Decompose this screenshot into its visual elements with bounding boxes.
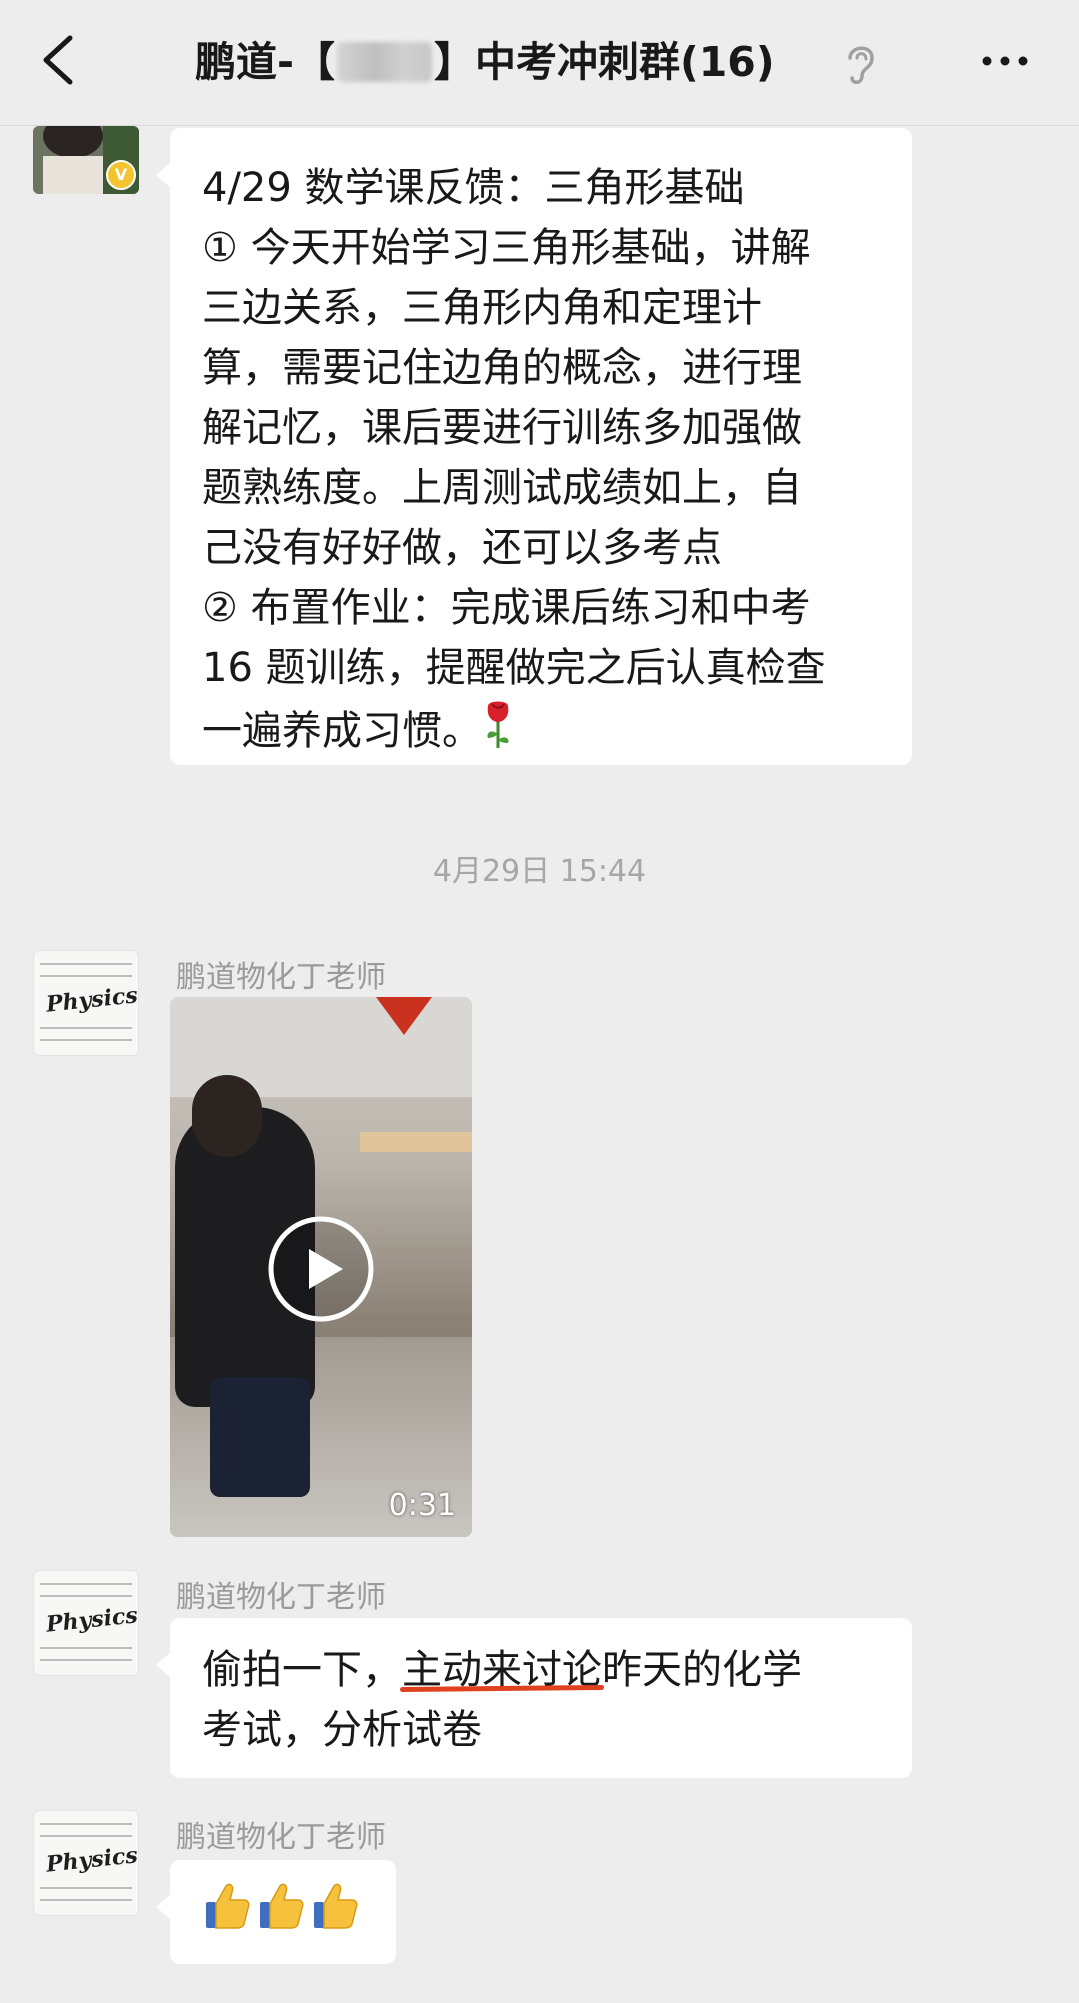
sender-name: 鹏道物化丁老师: [176, 1820, 386, 1855]
message-line: 题熟练度。上周测试成绩如上，自: [202, 465, 802, 511]
thumbs-up-icon: [206, 1883, 250, 1929]
avatar-text: Physics: [44, 1602, 139, 1638]
thumbs-up-icon: [260, 1883, 304, 1929]
message-line: ① 今天开始学习三角形基础，讲解: [202, 225, 811, 271]
sender-avatar[interactable]: Physics: [33, 1570, 139, 1676]
thumbs-up-icon: [314, 1883, 358, 1929]
video-message[interactable]: 0:31: [170, 997, 472, 1537]
message-line: 考试，分析试卷: [202, 1707, 482, 1753]
video-frame: [210, 1377, 310, 1497]
message-line: 偷拍一下，主动来讨论昨天的化学: [202, 1640, 886, 1700]
timestamp: 4月29日 15:44: [432, 854, 647, 889]
video-duration: 0:31: [388, 1488, 456, 1523]
play-icon[interactable]: [267, 1215, 375, 1323]
message-line: ② 布置作业：完成课后练习和中考: [202, 585, 811, 631]
message-line: 三边关系，三角形内角和定理计: [202, 285, 762, 331]
sender-name: 鹏道物化丁老师: [176, 960, 386, 995]
rose-icon: [487, 701, 509, 748]
video-frame: [192, 1075, 262, 1157]
chat-header: 鹏道-【 】中考冲刺群(16): [0, 0, 1079, 126]
sender-name: 鹏道物化丁老师: [176, 1580, 386, 1615]
back-button[interactable]: [34, 30, 84, 90]
message-text: 偷拍一下，: [202, 1647, 402, 1693]
verified-badge-icon: V: [106, 160, 136, 190]
chat-title: 鹏道-【 】中考冲刺群(16): [195, 30, 835, 94]
message-bubble[interactable]: 偷拍一下，主动来讨论昨天的化学 考试，分析试卷: [156, 1618, 912, 1778]
censored-name: [337, 42, 433, 82]
message-line: 算，需要记住边角的概念，进行理: [202, 345, 802, 391]
chat-screen: 鹏道-【 】中考冲刺群(16) V 4/29 数学课反馈：三角形基础 ① 今天开始…: [0, 0, 1079, 2003]
title-prefix: 鹏道-【: [195, 38, 336, 86]
more-button[interactable]: [975, 36, 1035, 86]
message-text: 昨天的化学: [602, 1647, 802, 1693]
title-suffix: 】中考冲刺群(16): [434, 38, 775, 86]
avatar-text: Physics: [44, 1842, 139, 1878]
video-frame: [360, 1132, 472, 1152]
sender-avatar[interactable]: Physics: [33, 1810, 139, 1916]
message-line: 4/29 数学课反馈：三角形基础: [202, 165, 745, 211]
avatar-text: Physics: [44, 982, 139, 1018]
ear-icon: [848, 46, 874, 84]
message-text: 一遍养成习惯。: [202, 708, 482, 754]
message-line: 己没有好好做，还可以多考点: [202, 525, 722, 571]
sender-avatar[interactable]: Physics: [33, 950, 139, 1056]
message-bubble[interactable]: [156, 1860, 396, 1964]
message-line-last: 一遍养成习惯。: [202, 698, 886, 761]
message-line: 16 题训练，提醒做完之后认真检查: [202, 645, 826, 691]
message-line: 解记忆，课后要进行训练多加强做: [202, 405, 802, 451]
message-bubble[interactable]: 4/29 数学课反馈：三角形基础 ① 今天开始学习三角形基础，讲解 三边关系，三…: [156, 128, 912, 765]
underlined-text: 主动来讨论: [402, 1647, 602, 1693]
